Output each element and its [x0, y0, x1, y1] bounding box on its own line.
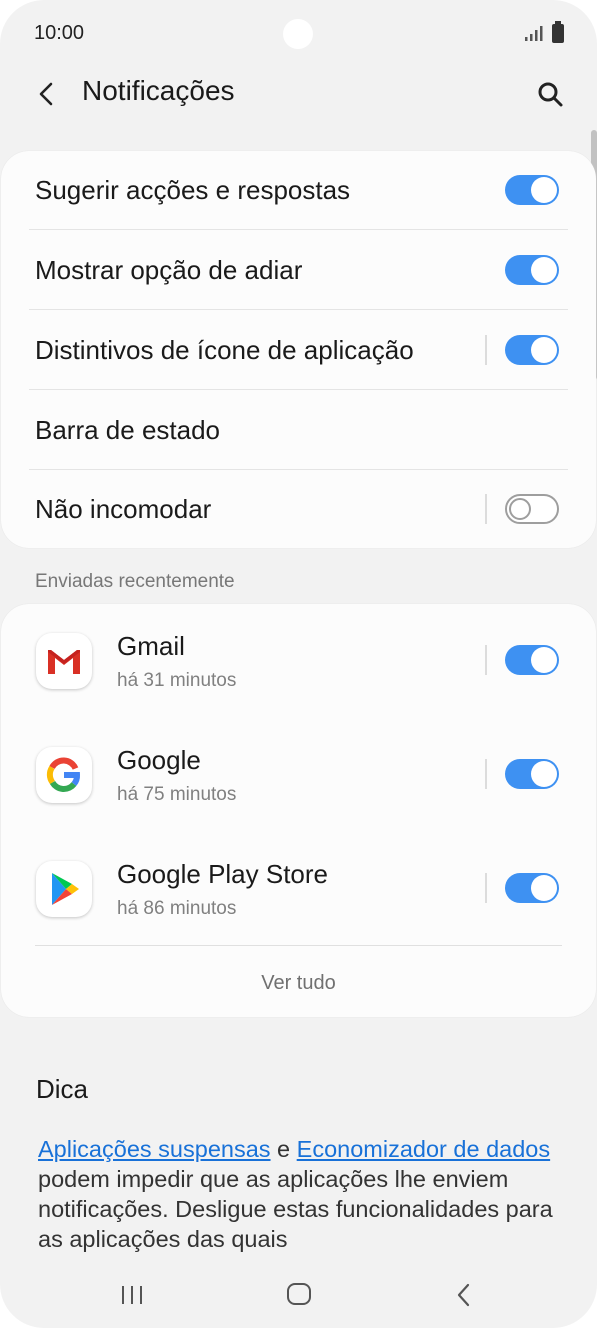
- page-title: Notificações: [82, 75, 235, 106]
- do-not-disturb-toggle[interactable]: [505, 494, 559, 524]
- setting-status-bar[interactable]: Barra de estado: [1, 391, 596, 470]
- google-icon: [36, 747, 92, 803]
- app-icon-badges-toggle[interactable]: [505, 335, 559, 365]
- app-name: Gmail: [117, 631, 185, 661]
- setting-do-not-disturb[interactable]: Não incomodar: [1, 470, 596, 549]
- setting-label: Não incomodar: [35, 494, 212, 524]
- setting-snooze-option[interactable]: Mostrar opção de adiar: [1, 231, 596, 310]
- search-icon[interactable]: [530, 74, 570, 114]
- app-row-google[interactable]: Google há 75 minutos: [1, 718, 596, 832]
- home-icon[interactable]: [287, 1283, 311, 1305]
- recent-apps-card: Gmail há 31 minutos Google há 75 minutos: [1, 604, 596, 1017]
- tip-connector: e: [270, 1136, 297, 1162]
- setting-label: Distintivos de ícone de aplicação: [35, 335, 414, 365]
- app-row-gmail[interactable]: Gmail há 31 minutos: [1, 604, 596, 718]
- app-last-time: há 31 minutos: [117, 670, 237, 691]
- battery-icon: [552, 21, 564, 43]
- see-all-button[interactable]: Ver tudo: [1, 972, 596, 995]
- recent-apps-icon[interactable]: [120, 1284, 144, 1306]
- toggle-separator: [485, 759, 487, 789]
- suspended-apps-link[interactable]: Aplicações suspensas: [38, 1136, 271, 1162]
- status-time: 10:00: [34, 22, 85, 44]
- data-saver-link[interactable]: Economizador de dados: [297, 1136, 550, 1162]
- nav-back-icon[interactable]: [454, 1282, 474, 1308]
- tip-text: Aplicações suspensas e Economizador de d…: [38, 1134, 568, 1254]
- toggle-separator: [485, 645, 487, 675]
- setting-label: Barra de estado: [35, 415, 221, 445]
- divider: [35, 945, 562, 946]
- back-arrow-icon[interactable]: [30, 74, 64, 114]
- google-notifications-toggle[interactable]: [505, 759, 559, 789]
- gmail-icon: [36, 633, 92, 689]
- signal-icon: [525, 26, 543, 41]
- recent-section-header: Enviadas recentemente: [35, 571, 235, 592]
- setting-suggest-actions[interactable]: Sugerir acções e respostas: [1, 151, 596, 230]
- camera-cutout: [283, 19, 313, 49]
- toggle-separator: [485, 335, 487, 365]
- phone-screen: 10:00 Notificações Sugerir acções e resp…: [0, 0, 597, 1328]
- settings-card: Sugerir acções e respostas Mostrar opção…: [1, 151, 596, 548]
- app-name: Google Play Store: [117, 859, 329, 889]
- play-store-notifications-toggle[interactable]: [505, 873, 559, 903]
- navigation-bar: [0, 1266, 597, 1328]
- toggle-separator: [485, 873, 487, 903]
- tip-title: Dica: [36, 1074, 89, 1104]
- snooze-option-toggle[interactable]: [505, 255, 559, 285]
- tip-body: podem impedir que as aplicações lhe envi…: [38, 1166, 553, 1252]
- app-name: Google: [117, 745, 201, 775]
- app-last-time: há 86 minutos: [117, 898, 237, 919]
- app-bar: Notificações: [0, 62, 597, 124]
- toggle-separator: [485, 494, 487, 524]
- app-row-play-store[interactable]: Google Play Store há 86 minutos: [1, 832, 596, 946]
- app-last-time: há 75 minutos: [117, 784, 237, 805]
- status-bar: 10:00: [0, 0, 597, 70]
- setting-app-icon-badges[interactable]: Distintivos de ícone de aplicação: [1, 311, 596, 390]
- play-store-icon: [36, 861, 92, 917]
- suggest-actions-toggle[interactable]: [505, 175, 559, 205]
- gmail-notifications-toggle[interactable]: [505, 645, 559, 675]
- setting-label: Sugerir acções e respostas: [35, 175, 351, 205]
- setting-label: Mostrar opção de adiar: [35, 255, 303, 285]
